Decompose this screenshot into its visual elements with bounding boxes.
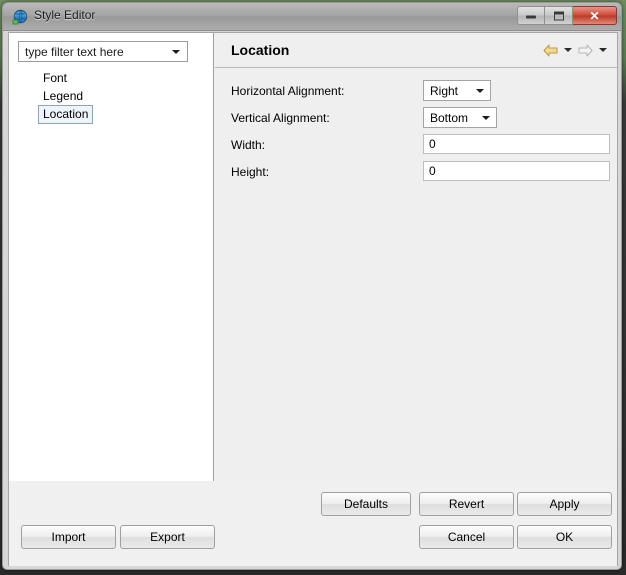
category-tree: Font Legend Location xyxy=(9,69,213,124)
horizontal-alignment-label: Horizontal Alignment: xyxy=(231,84,345,98)
apply-button[interactable]: Apply xyxy=(517,492,612,516)
content-area: type filter text here Font Legend Locati… xyxy=(9,33,617,481)
vertical-alignment-label: Vertical Alignment: xyxy=(231,111,330,125)
dialog-button-bar: Defaults Revert Apply Import Export Canc… xyxy=(9,482,617,566)
ok-button[interactable]: OK xyxy=(517,525,612,549)
forward-dropdown-icon[interactable] xyxy=(596,41,609,59)
page-title: Location xyxy=(231,42,290,58)
width-input[interactable] xyxy=(423,134,610,154)
form-row-vertical-alignment: Vertical Alignment: Bottom xyxy=(215,106,617,133)
sidebar-item-font[interactable]: Font xyxy=(38,69,72,88)
window-controls: ✕ xyxy=(517,6,617,25)
cancel-button[interactable]: Cancel xyxy=(419,525,514,549)
title-bar: Style Editor ✕ xyxy=(3,3,621,31)
form-row-height: Height: xyxy=(215,160,617,187)
form-row-horizontal-alignment: Horizontal Alignment: Right xyxy=(215,79,617,106)
height-input[interactable] xyxy=(423,161,610,181)
style-editor-window: Style Editor ✕ type filter text here Fon… xyxy=(2,2,622,570)
maximize-button[interactable] xyxy=(545,6,573,25)
import-button[interactable]: Import xyxy=(21,525,116,549)
tree-row: Font xyxy=(9,69,213,87)
settings-panel: Location Horizontal Alignment: Right Ver… xyxy=(215,33,617,481)
chevron-down-icon xyxy=(476,89,484,93)
sidebar: type filter text here Font Legend Locati… xyxy=(9,33,214,481)
tree-row: Location xyxy=(9,105,213,124)
screen: Style Editor ✕ type filter text here Fon… xyxy=(0,0,626,575)
minimize-button[interactable] xyxy=(517,6,545,25)
defaults-button[interactable]: Defaults xyxy=(321,492,411,516)
maximize-icon xyxy=(553,11,564,20)
close-icon: ✕ xyxy=(589,8,600,23)
back-arrow-icon[interactable] xyxy=(540,41,560,59)
minimize-icon xyxy=(526,15,536,19)
client-area: type filter text here Font Legend Locati… xyxy=(8,32,618,566)
chevron-down-icon xyxy=(563,48,572,52)
back-dropdown-icon[interactable] xyxy=(561,41,574,59)
horizontal-alignment-dropdown[interactable]: Right xyxy=(423,80,491,101)
vertical-alignment-value: Bottom xyxy=(430,111,469,125)
globe-icon xyxy=(12,9,28,25)
location-form: Horizontal Alignment: Right Vertical Ali… xyxy=(215,68,617,187)
sidebar-item-legend[interactable]: Legend xyxy=(38,87,88,106)
sidebar-item-location[interactable]: Location xyxy=(38,105,94,124)
width-label: Width: xyxy=(231,138,266,152)
form-row-width: Width: xyxy=(215,133,617,160)
vertical-alignment-dropdown[interactable]: Bottom xyxy=(423,107,497,128)
forward-arrow-icon xyxy=(575,41,595,59)
chevron-down-icon xyxy=(172,50,180,54)
chevron-down-icon xyxy=(598,48,607,52)
close-button[interactable]: ✕ xyxy=(573,6,617,25)
navigation-controls xyxy=(540,41,609,59)
window-title: Style Editor xyxy=(34,8,96,22)
tree-row: Legend xyxy=(9,87,213,105)
panel-header: Location xyxy=(215,33,617,68)
filter-input[interactable]: type filter text here xyxy=(18,41,188,62)
chevron-down-icon xyxy=(482,116,490,120)
export-button[interactable]: Export xyxy=(120,525,215,549)
revert-button[interactable]: Revert xyxy=(419,492,514,516)
height-label: Height: xyxy=(231,165,270,179)
filter-input-text: type filter text here xyxy=(25,45,124,59)
horizontal-alignment-value: Right xyxy=(430,84,459,98)
